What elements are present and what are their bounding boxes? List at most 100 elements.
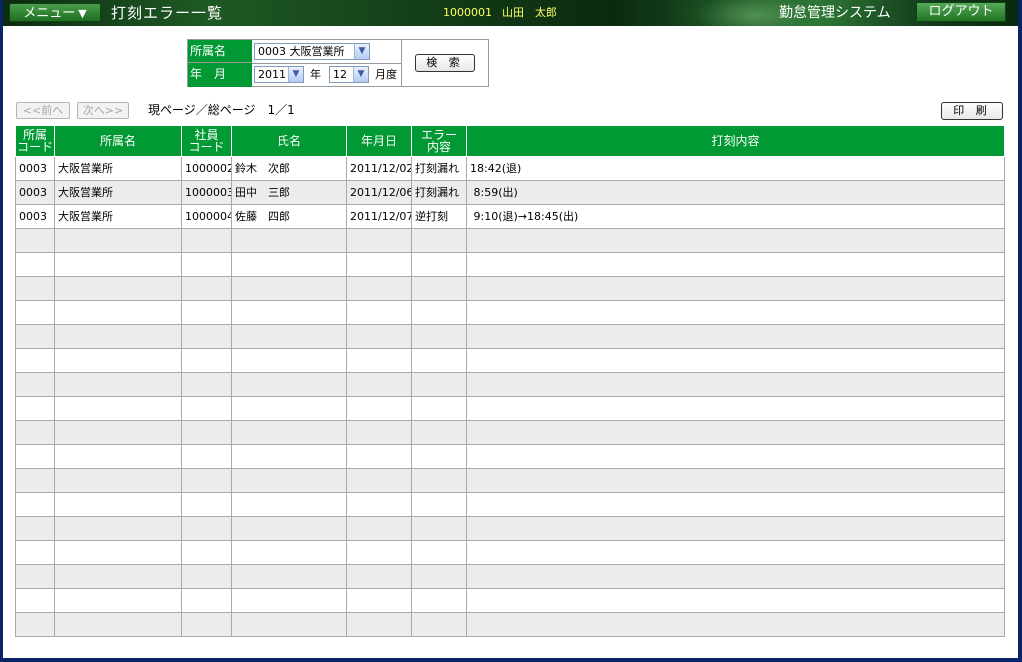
cell-punch xyxy=(466,348,1005,373)
cell-emp-code xyxy=(181,252,232,277)
window-frame-right xyxy=(1018,0,1022,662)
cell-dept-name xyxy=(54,228,182,253)
year-select[interactable]: 2011 ▼ xyxy=(254,66,304,83)
table-body: 0003 大阪営業所 1000002 鈴木 次郎 2011/12/02 打刻漏れ 18:42… xyxy=(15,156,1005,637)
prev-page-button[interactable]: <<前へ xyxy=(16,102,70,119)
print-button[interactable]: 印 刷 xyxy=(941,102,1003,120)
cell-emp-code xyxy=(181,468,232,493)
cell-date xyxy=(346,252,412,277)
cell-dept-name xyxy=(54,444,182,469)
col-header-date: 年月日 xyxy=(346,125,412,157)
table-row xyxy=(15,492,1005,517)
table-row: 0003 大阪営業所 1000004 佐藤 四郎 2011/12/07 逆打刻 9:10(… xyxy=(15,204,1005,229)
cell-dept-name: 大阪営業所 xyxy=(54,180,182,205)
cell-date xyxy=(346,348,412,373)
cell-date xyxy=(346,444,412,469)
cell-punch xyxy=(466,276,1005,301)
table-row xyxy=(15,540,1005,565)
cell-punch xyxy=(466,300,1005,325)
cell-date xyxy=(346,516,412,541)
cell-name xyxy=(231,324,347,349)
user-id: 1000001 xyxy=(443,6,492,19)
cell-dept-name xyxy=(54,324,182,349)
cell-emp-code xyxy=(181,396,232,421)
table-row: 0003 大阪営業所 1000003 田中 三郎 2011/12/06 打刻漏れ 8:59… xyxy=(15,180,1005,205)
cell-dept-code xyxy=(15,252,55,277)
cell-emp-code xyxy=(181,540,232,565)
dept-select[interactable]: 0003 大阪営業所 ▼ xyxy=(254,43,370,60)
cell-dept-name xyxy=(54,396,182,421)
cell-name xyxy=(231,612,347,637)
cell-name xyxy=(231,444,347,469)
cell-error: 逆打刻 xyxy=(411,204,467,229)
table-row xyxy=(15,372,1005,397)
next-page-button[interactable]: 次へ>> xyxy=(77,102,129,119)
cell-punch xyxy=(466,396,1005,421)
cell-date xyxy=(346,300,412,325)
cell-date xyxy=(346,612,412,637)
cell-dept-name xyxy=(54,420,182,445)
period-label: 年 月 xyxy=(188,63,252,87)
menu-button[interactable]: メニュー ▼ xyxy=(9,3,101,22)
cell-error xyxy=(411,444,467,469)
cell-name: 田中 三郎 xyxy=(231,180,347,205)
cell-emp-code xyxy=(181,564,232,589)
cell-emp-code: 1000003 xyxy=(181,180,232,205)
chevron-down-icon: ▼ xyxy=(78,7,87,20)
cell-dept-code xyxy=(15,492,55,517)
cell-punch xyxy=(466,588,1005,613)
cell-punch xyxy=(466,420,1005,445)
cell-dept-code: 0003 xyxy=(15,204,55,229)
dept-select-value: 0003 大阪営業所 xyxy=(258,45,345,58)
table-row xyxy=(15,612,1005,637)
cell-name xyxy=(231,588,347,613)
window-frame-left xyxy=(0,0,3,662)
cell-name xyxy=(231,564,347,589)
cell-dept-code xyxy=(15,276,55,301)
cell-punch xyxy=(466,612,1005,637)
cell-error xyxy=(411,252,467,277)
cell-name xyxy=(231,252,347,277)
cell-dept-code xyxy=(15,348,55,373)
table-row xyxy=(15,420,1005,445)
cell-error: 打刻漏れ xyxy=(411,180,467,205)
table-row xyxy=(15,588,1005,613)
cell-error xyxy=(411,612,467,637)
cell-error xyxy=(411,372,467,397)
cell-error xyxy=(411,276,467,301)
cell-name xyxy=(231,372,347,397)
window-frame-bottom xyxy=(0,658,1022,662)
cell-dept-name xyxy=(54,612,182,637)
cell-name: 鈴木 次郎 xyxy=(231,156,347,181)
cell-dept-name xyxy=(54,468,182,493)
table-row xyxy=(15,516,1005,541)
cell-punch xyxy=(466,516,1005,541)
cell-emp-code: 1000002 xyxy=(181,156,232,181)
logout-button[interactable]: ログアウト xyxy=(916,2,1006,22)
cell-dept-code xyxy=(15,324,55,349)
cell-dept-code xyxy=(15,300,55,325)
cell-emp-code: 1000004 xyxy=(181,204,232,229)
cell-emp-code xyxy=(181,444,232,469)
system-name: 勤怠管理システム xyxy=(779,5,891,21)
cell-punch: 18:42(退) xyxy=(466,156,1005,181)
cell-dept-name xyxy=(54,348,182,373)
cell-date: 2011/12/02 xyxy=(346,156,412,181)
cell-dept-code: 0003 xyxy=(15,156,55,181)
cell-punch xyxy=(466,372,1005,397)
col-header-dept-code: 所属 コード xyxy=(15,125,55,157)
cell-dept-name xyxy=(54,540,182,565)
cell-name xyxy=(231,300,347,325)
app-header: メニュー ▼ 打刻エラー一覧 1000001 山田 太郎 勤怠管理システム ログアウ… xyxy=(3,0,1018,26)
cell-emp-code xyxy=(181,324,232,349)
cell-dept-name xyxy=(54,492,182,517)
form-divider xyxy=(252,63,401,64)
page-info: 現ページ／総ページ 1／1 xyxy=(148,103,295,117)
table-row xyxy=(15,444,1005,469)
search-button[interactable]: 検 索 xyxy=(415,54,475,72)
cell-punch xyxy=(466,444,1005,469)
cell-dept-code xyxy=(15,540,55,565)
cell-punch: 8:59(出) xyxy=(466,180,1005,205)
month-select[interactable]: 12 ▼ xyxy=(329,66,369,83)
cell-emp-code xyxy=(181,420,232,445)
